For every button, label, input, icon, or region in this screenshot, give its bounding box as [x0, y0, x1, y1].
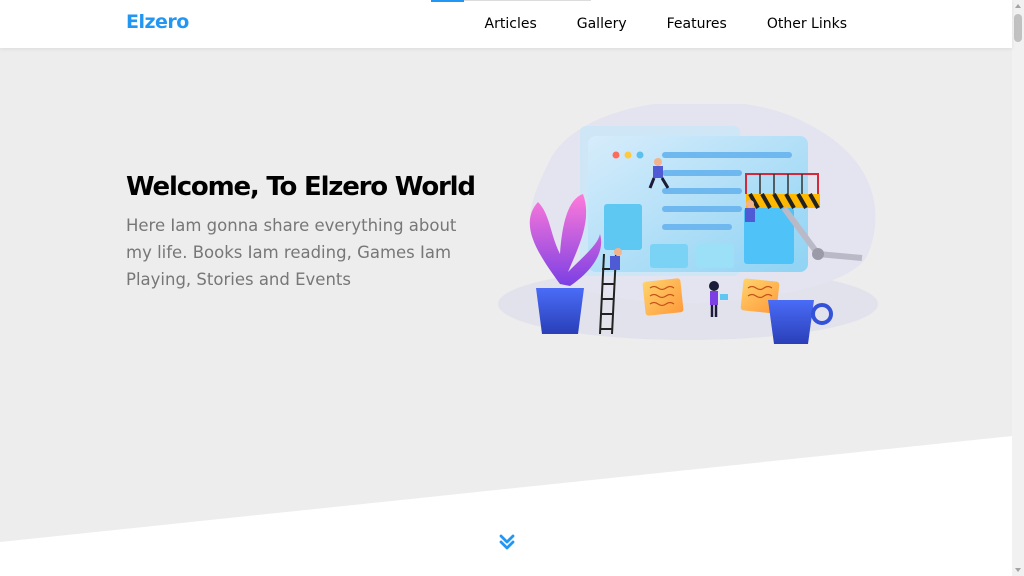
scroll-up-arrow-icon[interactable]: [1012, 0, 1024, 12]
nav-link-other-links[interactable]: Other Links: [747, 0, 867, 48]
main-nav: Articles Gallery Features Other Links: [465, 0, 867, 48]
scrollbar-thumb[interactable]: [1014, 14, 1022, 42]
scroll-down-arrow-icon[interactable]: [1012, 564, 1024, 576]
person-scaffold: [745, 200, 755, 222]
hero-section: Welcome, To Elzero World Here Iam gonna …: [0, 48, 1012, 576]
double-chevron-down-icon[interactable]: [497, 532, 517, 552]
nav-link-features[interactable]: Features: [647, 0, 747, 48]
hero-title: Welcome, To Elzero World: [126, 172, 476, 202]
header: Elzero Articles Gallery Features Other L…: [0, 0, 1012, 48]
logo[interactable]: Elzero: [126, 11, 189, 33]
page-scrollbar[interactable]: [1012, 0, 1024, 576]
hero-description: Here Iam gonna share everything about my…: [126, 216, 457, 289]
nav-hover-indicator: [431, 0, 464, 2]
nav-link-articles[interactable]: Articles: [465, 0, 557, 48]
nav-link-gallery[interactable]: Gallery: [557, 0, 647, 48]
hero-illustration: [498, 104, 878, 344]
